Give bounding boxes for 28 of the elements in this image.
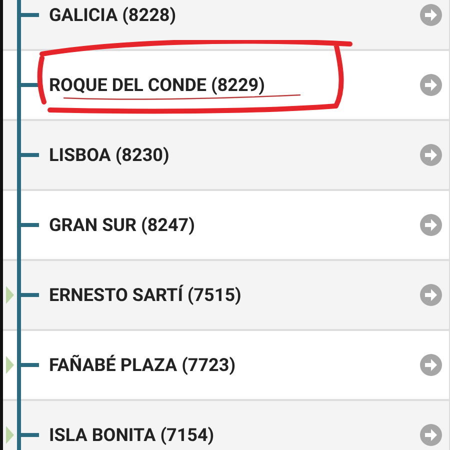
route-line-icon	[17, 400, 39, 450]
stop-row[interactable]: ISLA BONITA (7154)	[3, 401, 449, 450]
arrow-right-icon[interactable]	[420, 354, 442, 376]
arrow-right-icon[interactable]	[420, 284, 442, 306]
stop-row[interactable]: LISBOA (8230)	[3, 121, 449, 191]
stop-row[interactable]: FAÑABÉ PLAZA (7723)	[3, 331, 449, 401]
arrow-right-icon[interactable]	[420, 74, 442, 96]
arrow-right-icon[interactable]	[420, 4, 442, 26]
arrow-right-icon[interactable]	[420, 214, 442, 236]
stop-name: LISBOA (8230)	[49, 144, 170, 168]
stop-name: ERNESTO SARTÍ (7515)	[49, 284, 242, 308]
route-line-icon	[17, 0, 39, 50]
stop-name: GALICIA (8228)	[49, 4, 176, 28]
stop-name: ISLA BONITA (7154)	[49, 424, 214, 448]
route-line-icon	[17, 260, 39, 330]
stop-name: FAÑABÉ PLAZA (7723)	[49, 354, 236, 378]
stop-row[interactable]: ROQUE DEL CONDE (8229)	[3, 51, 449, 121]
arrow-right-icon[interactable]	[420, 144, 442, 166]
route-line-icon	[17, 50, 39, 120]
stop-name: GRAN SUR (8247)	[49, 214, 195, 238]
route-line-icon	[17, 190, 39, 260]
stop-name: ROQUE DEL CONDE (8229)	[49, 74, 265, 98]
stop-row[interactable]: ERNESTO SARTÍ (7515)	[3, 261, 449, 331]
stop-row[interactable]: GRAN SUR (8247)	[3, 191, 449, 261]
route-line-icon	[17, 120, 39, 190]
route-line-icon	[17, 330, 39, 400]
stop-row[interactable]: GALICIA (8228)	[3, 0, 449, 51]
arrow-right-icon[interactable]	[420, 424, 442, 446]
